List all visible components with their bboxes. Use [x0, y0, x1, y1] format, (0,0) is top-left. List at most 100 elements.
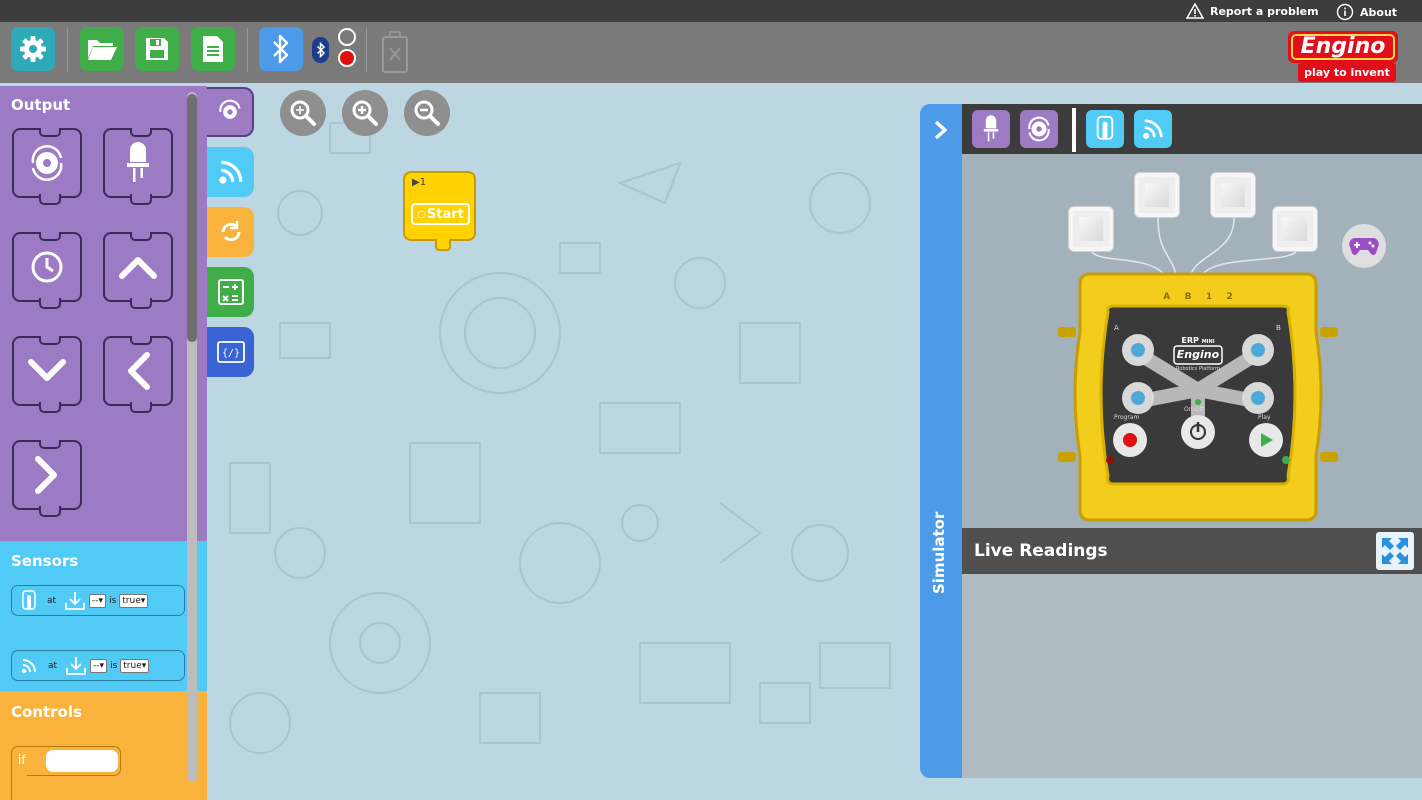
- device-label-b: B: [1276, 324, 1281, 332]
- report-problem-link[interactable]: Report a problem: [1186, 3, 1319, 19]
- motor-icon: [218, 99, 241, 119]
- turn-right-block[interactable]: [12, 440, 82, 517]
- battery-disabled-icon: [382, 31, 408, 73]
- led-icon: [127, 142, 149, 182]
- simulator-tab[interactable]: Simulator: [920, 104, 962, 778]
- port-select-value: --: [92, 595, 99, 606]
- gamepad-button[interactable]: [1342, 224, 1386, 268]
- gamepad-icon: [1349, 238, 1379, 255]
- sensors-section: Sensors at -- ▾ is true ▾ at -- ▾ is true ▾: [0, 541, 207, 691]
- turn-left-block[interactable]: [103, 336, 173, 413]
- expand-button[interactable]: [1376, 532, 1414, 570]
- warning-icon: [1186, 3, 1204, 19]
- port-select[interactable]: -- ▾: [90, 658, 108, 673]
- touch-sensor-block[interactable]: at -- ▾ is true ▾: [11, 585, 185, 616]
- save-icon: [146, 38, 168, 60]
- chevron-right-icon[interactable]: [933, 119, 949, 141]
- sim-led-button[interactable]: [972, 110, 1010, 148]
- open-button[interactable]: [80, 27, 124, 71]
- connection-status-lights: [338, 28, 356, 67]
- led-icon: [983, 115, 999, 142]
- zoom-reset-button[interactable]: [280, 90, 326, 136]
- if-label: if: [18, 753, 26, 767]
- sim-touch-sensor-button[interactable]: [1086, 110, 1124, 148]
- sim-ir-sensor-button[interactable]: [1134, 110, 1172, 148]
- zoom-in-icon: [352, 100, 378, 126]
- touch-sensor-icon: [1096, 115, 1114, 140]
- loop-icon: [221, 221, 240, 242]
- zoom-out-icon: [414, 100, 440, 126]
- about-link[interactable]: About: [1336, 3, 1397, 21]
- port-label-1: 1: [1205, 292, 1213, 302]
- sensor-is-label: is: [109, 595, 117, 606]
- value-select[interactable]: true ▾: [120, 658, 150, 673]
- settings-button[interactable]: [11, 27, 55, 71]
- bluetooth-small-icon: [316, 41, 325, 59]
- category-tab-output[interactable]: [207, 87, 254, 137]
- controls-section: Controls if: [0, 691, 207, 800]
- scrollbar-thumb[interactable]: [187, 94, 197, 342]
- start-power-icon: ○: [417, 208, 426, 220]
- download-port-icon: [66, 656, 86, 675]
- simulator-view: ERP MINI Engino Robotics Platform A B 1 …: [962, 154, 1422, 528]
- power-button[interactable]: [1181, 415, 1215, 449]
- value-select-value: true: [122, 595, 141, 606]
- device-model-suffix: MINI: [1201, 339, 1215, 345]
- about-label: About: [1360, 5, 1398, 19]
- bluetooth-button[interactable]: [259, 27, 303, 71]
- zoom-out-button[interactable]: [404, 90, 450, 136]
- if-condition-slot[interactable]: [46, 750, 118, 772]
- block-palette: Output Sensors at -- ▾ is true ▾ at -- ▾…: [0, 86, 207, 800]
- svg-text:{/}: {/}: [221, 348, 239, 359]
- sim-motor-button[interactable]: [1020, 110, 1058, 148]
- zoom-in-button[interactable]: [342, 90, 388, 136]
- port-label-a: A: [1163, 292, 1171, 302]
- play-button[interactable]: [1249, 423, 1283, 457]
- start-block[interactable]: ▶1 ○ Start: [403, 171, 476, 251]
- sensor-at-label: at: [47, 595, 57, 606]
- main-toolbar: Engino play to invent: [0, 22, 1422, 83]
- if-block[interactable]: if: [11, 741, 121, 800]
- program-button[interactable]: [1113, 423, 1147, 457]
- engino-logo: Engino play to invent: [1284, 25, 1402, 83]
- save-button[interactable]: [135, 27, 179, 71]
- live-readings-bar: Live Readings: [962, 528, 1422, 574]
- ir-sensor-icon: [21, 658, 36, 673]
- move-backward-block[interactable]: [12, 336, 82, 413]
- device-subtitle: Robotics Platform: [1176, 366, 1220, 372]
- status-light-off-icon: [338, 28, 356, 46]
- chevron-down-icon: [28, 359, 66, 381]
- start-block-index: ▶1: [412, 177, 427, 188]
- sensor-at-label: at: [48, 660, 58, 671]
- led-block[interactable]: [103, 128, 173, 205]
- report-problem-label: Report a problem: [1210, 4, 1319, 18]
- clock-icon: [31, 251, 63, 283]
- motor-block[interactable]: [12, 128, 82, 205]
- category-tab-variables[interactable]: {/}: [207, 327, 254, 377]
- simulator-tab-label: Simulator: [930, 511, 948, 594]
- timer-block[interactable]: [12, 232, 82, 309]
- ir-sensor-icon: [1143, 119, 1163, 139]
- chevron-right-icon: [35, 456, 57, 494]
- ir-sensor-block[interactable]: at -- ▾ is true ▾: [11, 650, 185, 681]
- port-select-value: --: [93, 660, 100, 671]
- category-tab-sensors[interactable]: [207, 147, 254, 197]
- port-select[interactable]: -- ▾: [89, 593, 107, 608]
- port-labels: A B 1 2: [1156, 292, 1240, 302]
- simulator-toolbar-divider: [1072, 108, 1076, 152]
- download-port-icon: [65, 591, 85, 610]
- palette-scrollbar[interactable]: [187, 92, 197, 782]
- device-model-name: ERP: [1181, 336, 1199, 345]
- category-tab-controls[interactable]: [207, 207, 254, 257]
- disconnect-button[interactable]: [381, 31, 409, 77]
- value-select[interactable]: true ▾: [119, 593, 149, 608]
- info-icon: [1336, 3, 1354, 21]
- category-tab-math[interactable]: [207, 267, 254, 317]
- device-label-program: Program: [1114, 414, 1140, 421]
- motor-icon: [1028, 116, 1050, 142]
- chevron-up-icon: [119, 257, 157, 279]
- move-forward-block[interactable]: [103, 232, 173, 309]
- new-file-button[interactable]: [191, 27, 235, 71]
- controls-title: Controls: [11, 703, 82, 721]
- simulator-toolbar: [962, 104, 1422, 154]
